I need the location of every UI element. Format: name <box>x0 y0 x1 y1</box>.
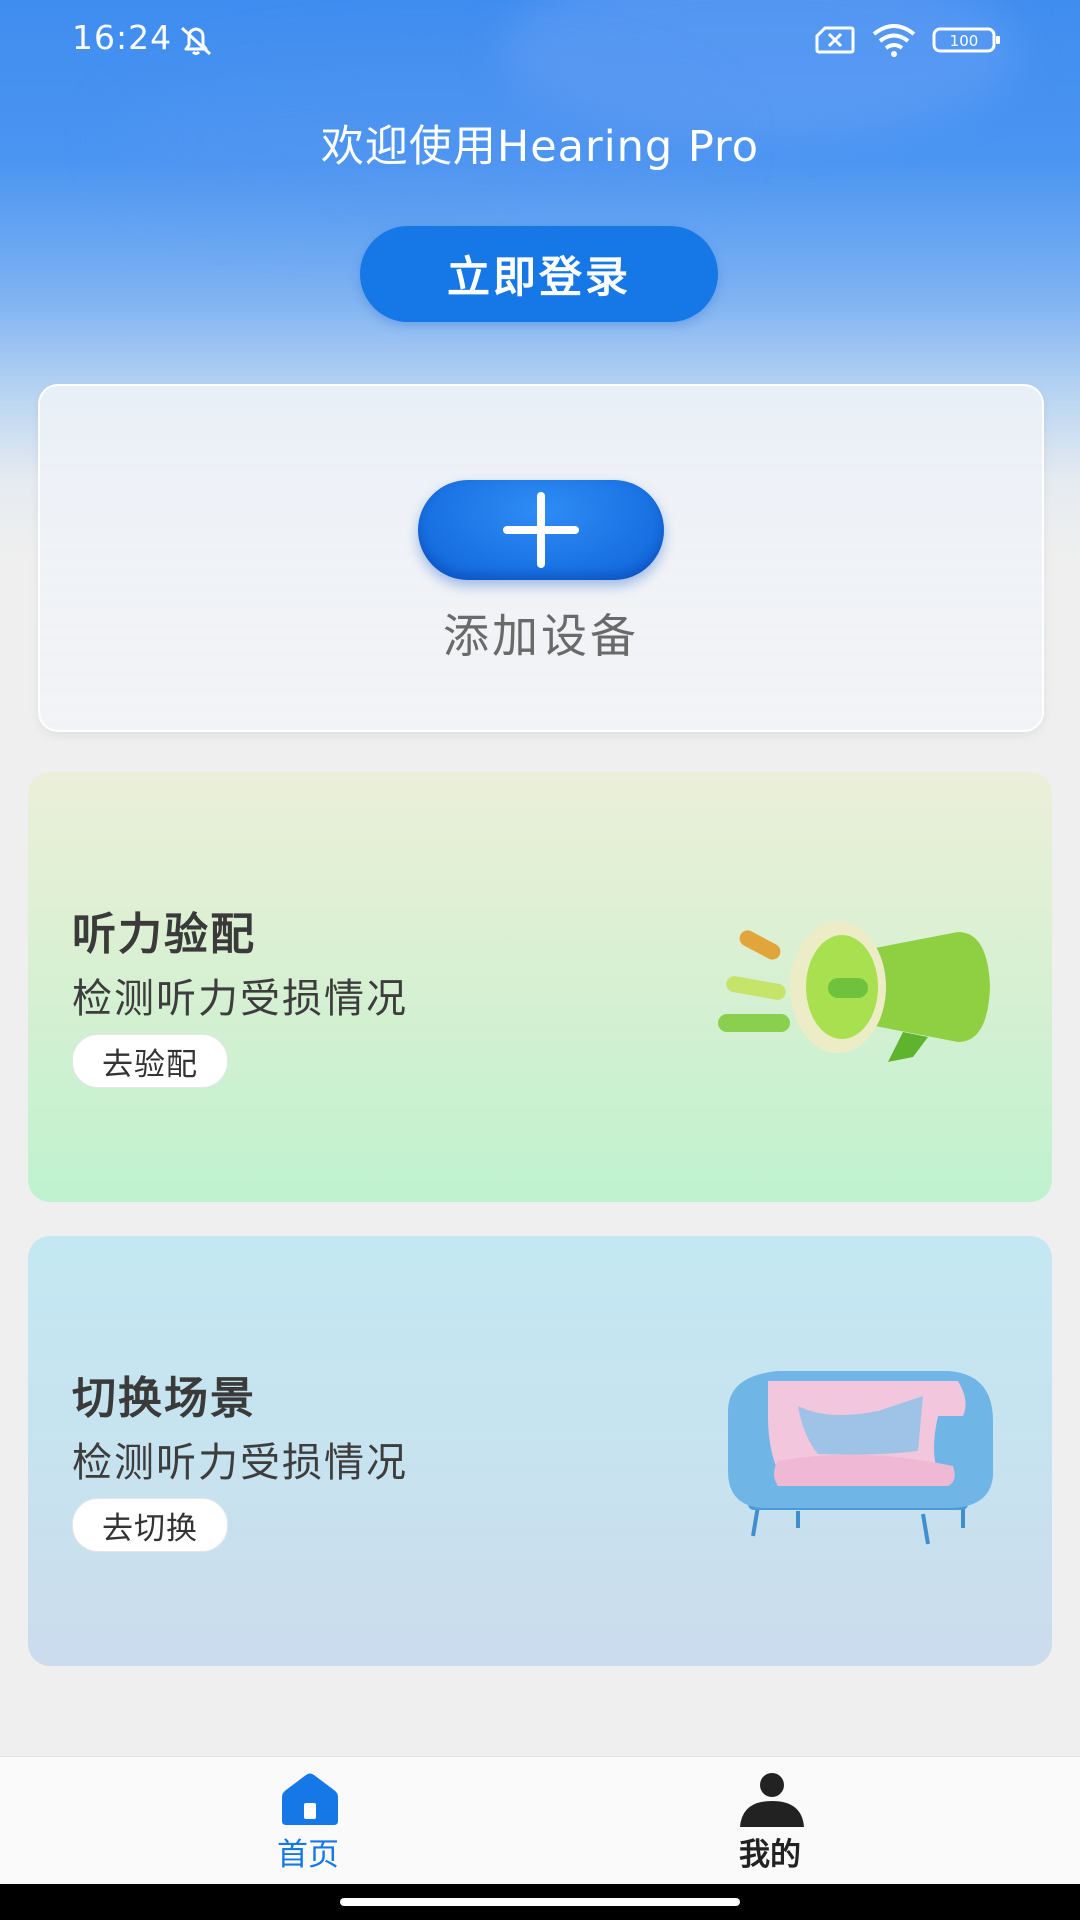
wifi-icon <box>872 24 916 57</box>
welcome-title: 欢迎使用Hearing Pro <box>320 122 760 172</box>
card-title: 切换场景 <box>72 1373 256 1424</box>
tab-home[interactable]: 首页 <box>208 1757 408 1885</box>
switch-scene-card[interactable]: 切换场景 检测听力受损情况 去切换 <box>28 1236 1052 1666</box>
person-icon <box>740 1773 804 1827</box>
battery-level: 100 <box>950 32 979 50</box>
sofa-illustration <box>728 1371 993 1545</box>
battery-icon: 100 <box>932 27 1000 53</box>
status-bar: 16:24 100 <box>0 0 1080 80</box>
tab-label: 首页 <box>277 1837 339 1873</box>
go-fitting-button[interactable]: 去验配 <box>72 1034 228 1088</box>
add-device-card: 添加设备 <box>38 384 1044 732</box>
system-navigation-bar <box>0 1884 1080 1920</box>
go-switch-button[interactable]: 去切换 <box>72 1498 228 1552</box>
megaphone-illustration <box>718 921 990 1062</box>
card-subtitle: 检测听力受损情况 <box>72 976 408 1022</box>
no-sim-icon <box>815 26 855 54</box>
tab-me[interactable]: 我的 <box>670 1757 870 1885</box>
bottom-tab-bar: 首页 我的 <box>0 1756 1080 1885</box>
card-subtitle: 检测听力受损情况 <box>72 1440 408 1486</box>
plus-icon-stroke <box>537 492 545 568</box>
mute-bell-icon <box>180 26 212 56</box>
tab-label: 我的 <box>739 1837 801 1873</box>
home-icon <box>282 1773 338 1825</box>
card-title: 听力验配 <box>72 909 256 960</box>
hearing-fitting-card[interactable]: 听力验配 检测听力受损情况 去验配 <box>28 772 1052 1202</box>
status-time: 16:24 <box>72 18 173 57</box>
home-indicator[interactable] <box>340 1898 740 1906</box>
add-device-button[interactable] <box>418 480 664 580</box>
add-device-label: 添加设备 <box>443 609 639 663</box>
login-button[interactable]: 立即登录 <box>360 226 718 322</box>
